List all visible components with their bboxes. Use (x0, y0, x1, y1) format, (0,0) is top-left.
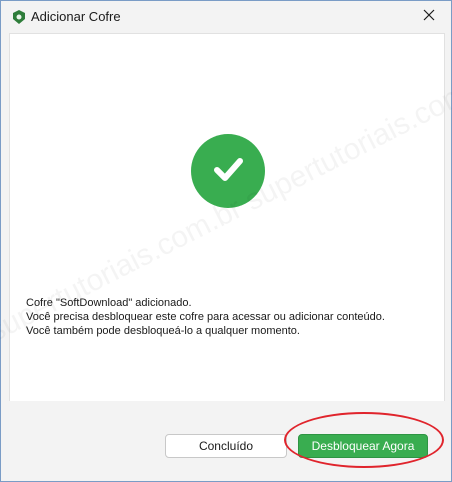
message-line-vault-added: Cofre "SoftDownload" adicionado. (26, 297, 192, 309)
button-bar: Concluído Desbloquear Agora (1, 401, 451, 481)
window-title: Adicionar Cofre (31, 9, 121, 24)
message-block: Cofre "SoftDownload" adicionado. Você pr… (26, 296, 436, 338)
success-badge (191, 134, 265, 208)
done-button[interactable]: Concluído (165, 434, 287, 458)
content-panel: Cofre "SoftDownload" adicionado. Você pr… (9, 33, 445, 403)
close-button[interactable] (407, 1, 451, 33)
message-line-unlock-anytime: Você também pode desbloqueá-lo a qualque… (26, 325, 300, 337)
checkmark-icon (208, 149, 248, 194)
unlock-now-button[interactable]: Desbloquear Agora (298, 434, 428, 458)
message-line-unlock-required: Você precisa desbloquear este cofre para… (26, 311, 385, 323)
dialog-window: Adicionar Cofre Cofre "SoftDownload" adi… (0, 0, 452, 482)
title-bar: Adicionar Cofre (1, 1, 451, 33)
close-icon (423, 8, 435, 26)
vault-app-icon (11, 9, 27, 25)
